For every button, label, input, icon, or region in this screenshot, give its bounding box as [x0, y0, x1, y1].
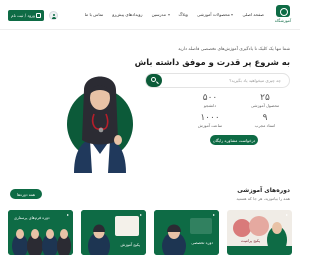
course-thumbnail [81, 210, 146, 255]
course-card[interactable]: پکیج پرامپت [227, 210, 292, 255]
play-icon [211, 213, 216, 218]
course-thumbnail [227, 216, 292, 255]
nav-teachers[interactable]: مدرسین [152, 12, 170, 17]
see-all-courses-button[interactable]: همه دوره‌ها [10, 189, 42, 199]
chevron-down-icon [231, 13, 234, 16]
consultation-button-label: درخواست مشاوره رایگان [212, 137, 256, 143]
course-card-label: دوره فرم‌های پرستاری [14, 215, 50, 220]
course-cards: پکیج پرامپت دوره تخصصی پکیج آموزش دوره ف… [8, 210, 292, 255]
course-thumbnail [154, 210, 219, 255]
stat-hours: ۱۰۰۰ ساعت آموزش [185, 113, 235, 128]
site-header: آموزشگاه صفحه اصلی محصولات آموزشی وبلاگ … [0, 0, 300, 30]
nav-blog-label: وبلاگ [178, 12, 188, 17]
stat-label: استاد مجرب [254, 123, 276, 128]
hero-subtitle: شما تنها یک کلیک تا یادگیری آموزش‌های تخ… [178, 47, 290, 52]
search-button[interactable] [146, 74, 162, 87]
nav-events-label: رویدادهای پیش‌رو [112, 12, 143, 17]
stat-label: ساعت آموزش [197, 123, 223, 128]
nav-teachers-label: مدرسین [151, 12, 166, 17]
nav-products-label: محصولات آموزشی [196, 12, 230, 17]
login-button[interactable]: ورود / ثبت نام [8, 10, 44, 21]
course-card-label: پکیج پرامپت [241, 238, 261, 243]
hero-section: شما تنها یک کلیک تا یادگیری آموزش‌های تخ… [0, 30, 300, 173]
course-card[interactable]: دوره تخصصی [154, 210, 219, 255]
stat-teachers: ۹ استاد مجرب [240, 113, 290, 128]
play-icon [138, 213, 143, 218]
stats-grid: ۲۵ محصول آموزشی ۵۰۰ دانشجو ۹ استاد مجرب … [180, 93, 290, 131]
login-icon [35, 13, 41, 18]
main-nav: صفحه اصلی محصولات آموزشی وبلاگ مدرسین رو… [85, 12, 264, 17]
nav-products[interactable]: محصولات آموزشی [197, 12, 234, 17]
user-icon[interactable] [49, 11, 58, 20]
nav-home-label: صفحه اصلی [242, 12, 264, 17]
chevron-down-icon [167, 13, 170, 16]
logo-icon [276, 5, 290, 17]
courses-title: دوره‌های آموزشی [237, 187, 290, 194]
course-card-label: دوره تخصصی [191, 240, 213, 245]
search-bar[interactable]: چه چیزی میخواهید یاد بگیرید؟ [145, 73, 290, 88]
site-logo[interactable]: آموزشگاه [272, 5, 294, 25]
play-icon [65, 213, 70, 218]
logo-text: آموزشگاه [274, 18, 292, 23]
stat-label: دانشجو [203, 103, 217, 108]
course-card[interactable]: پکیج آموزش [81, 210, 146, 255]
login-button-label: ورود / ثبت نام [11, 13, 35, 18]
search-icon [151, 77, 156, 82]
consultation-button[interactable]: درخواست مشاوره رایگان [210, 135, 258, 145]
nav-blog[interactable]: وبلاگ [179, 12, 188, 17]
hero-title: به شروع پر قدرت و موفق داشته باش [134, 57, 290, 67]
stat-number: ۹ [262, 113, 268, 123]
nav-events[interactable]: رویدادهای پیش‌رو [112, 12, 142, 17]
stat-label: محصول آموزشی [250, 103, 280, 108]
courses-subtitle: همه را بیاموزید، هر جا که هستید [236, 196, 290, 201]
play-icon [284, 213, 289, 218]
nav-home[interactable]: صفحه اصلی [242, 12, 264, 17]
stat-number: ۲۵ [260, 93, 270, 103]
nav-contact-label: تماس با ما [84, 12, 104, 17]
course-card-label: پکیج آموزش [120, 242, 140, 247]
search-input[interactable]: چه چیزی میخواهید یاد بگیرید؟ [229, 78, 281, 83]
hero-image [67, 76, 133, 173]
see-all-label: همه دوره‌ها [17, 191, 35, 197]
nav-contact[interactable]: تماس با ما [85, 12, 104, 17]
stat-number: ۵۰۰ [202, 93, 218, 103]
stat-number: ۱۰۰۰ [200, 113, 220, 123]
course-card[interactable]: دوره فرم‌های پرستاری [8, 210, 73, 255]
stat-products: ۲۵ محصول آموزشی [240, 93, 290, 108]
stat-students: ۵۰۰ دانشجو [185, 93, 235, 108]
